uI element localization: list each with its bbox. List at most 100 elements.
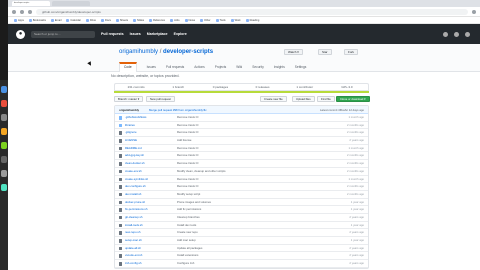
file-name-link[interactable]: zsh-config.sh <box>125 260 141 267</box>
bookmark-item[interactable]: Tools <box>215 18 226 22</box>
commit-message[interactable]: Merge pull request #98 from origamihumbl… <box>149 106 207 114</box>
file-commit-message[interactable]: Modify setup script <box>177 191 287 198</box>
bookmark-item[interactable]: Jobs <box>170 18 180 22</box>
bookmark-item[interactable]: Email <box>50 18 61 22</box>
watch-button[interactable]: Watch ▾ <box>284 49 303 55</box>
repo-owner-link[interactable]: origamihumbly <box>119 49 158 55</box>
star-button[interactable]: Star <box>318 49 332 55</box>
file-commit-message[interactable]: Remove travis CI <box>177 114 287 121</box>
fork-button[interactable]: Fork <box>344 49 358 55</box>
bell-icon[interactable] <box>443 31 448 37</box>
tab-wiki[interactable]: Wiki <box>236 62 242 72</box>
file-commit-message[interactable]: Remove travis CI <box>177 122 287 129</box>
file-name-link[interactable]: docker-prune.sh <box>125 199 145 206</box>
file-name-link[interactable]: dev-configure.sh <box>125 183 146 190</box>
dock-app-icon[interactable] <box>1 156 7 163</box>
file-commit-message[interactable]: Remove travis CI <box>177 152 287 159</box>
dock-app-icon[interactable] <box>1 170 7 177</box>
file-commit-message[interactable]: Install extensions <box>177 252 287 259</box>
file-commit-message[interactable]: Remove travis CI <box>177 183 287 190</box>
tab-actions[interactable]: Actions <box>194 62 204 72</box>
browser-tab[interactable] <box>52 1 90 6</box>
repo-stat[interactable]: 231 commits <box>115 84 157 90</box>
repo-stat[interactable]: 0 packages <box>199 84 241 90</box>
file-name-link[interactable]: LICENSE <box>125 137 137 144</box>
file-commit-message[interactable]: Remove travis CI <box>177 160 287 167</box>
file-name-link[interactable]: clean-docker.sh <box>125 160 145 167</box>
upload-files-button[interactable]: Upload files <box>292 96 315 102</box>
back-icon[interactable] <box>12 9 16 14</box>
tab-projects[interactable]: Projects <box>215 62 227 72</box>
nav-pull-requests[interactable]: Pull requests <box>101 32 124 36</box>
dock-app-icon[interactable] <box>1 128 7 135</box>
url-input[interactable]: github.com/origamihumbly/developer-scrip… <box>36 8 468 15</box>
clone-download-button[interactable]: Clone or download ▾ <box>336 96 370 102</box>
file-name-link[interactable]: dev-install.sh <box>125 191 141 198</box>
bookmark-item[interactable]: Other <box>200 18 211 22</box>
file-name-link[interactable]: .github/workflows <box>125 114 146 121</box>
file-name-link[interactable]: git-cleanup.sh <box>125 214 142 221</box>
bookmark-item[interactable]: Apps <box>14 18 24 22</box>
file-name-link[interactable]: install-tools.sh <box>125 222 143 229</box>
avatar[interactable] <box>465 31 470 37</box>
dock-app-icon[interactable] <box>1 184 7 191</box>
bookmark-item[interactable]: News <box>184 18 195 22</box>
file-commit-message[interactable]: Create new repo <box>177 229 287 236</box>
commit-author[interactable]: origamihumbly <box>119 106 139 114</box>
search-input[interactable]: Search or jump to… <box>31 30 95 38</box>
repo-stat[interactable]: 0 releases <box>242 84 284 90</box>
bookmark-item[interactable]: Sheets <box>115 18 128 22</box>
file-commit-message[interactable]: Remove travis CI <box>177 145 287 152</box>
profile-icon[interactable] <box>472 9 476 14</box>
file-commit-message[interactable]: Configure zsh <box>177 260 287 267</box>
file-commit-message[interactable]: Remove travis CI <box>177 129 287 136</box>
file-commit-message[interactable]: Add fix permissions <box>177 206 287 213</box>
file-commit-message[interactable]: Update all packages <box>177 245 287 252</box>
file-name-link[interactable]: vscode-ext.sh <box>125 252 142 259</box>
dock-app-icon[interactable] <box>1 86 7 93</box>
file-commit-message[interactable]: Modify clean, cleanup and other scripts <box>177 168 287 175</box>
bookmark-item[interactable]: Calendar <box>66 18 81 22</box>
repo-stat[interactable]: 1 branch <box>157 84 199 90</box>
dock-app-icon[interactable] <box>1 114 7 121</box>
new-pull-request-button[interactable]: New pull request <box>146 96 175 102</box>
tab-issues[interactable]: Issues <box>147 62 156 72</box>
file-commit-message[interactable]: Prune images and volumes <box>177 199 287 206</box>
create-file-button[interactable]: Create new file <box>260 96 287 102</box>
find-file-button[interactable]: Find file <box>317 96 335 102</box>
bookmark-item[interactable]: Drive <box>85 18 96 22</box>
forward-icon[interactable] <box>20 9 24 14</box>
tab-pull-requests[interactable]: Pull requests <box>166 62 184 72</box>
file-name-link[interactable]: README.md <box>125 145 142 152</box>
repo-name-link[interactable]: developer-scripts <box>163 49 213 55</box>
tab-insights[interactable]: Insights <box>274 62 285 72</box>
nav-explore[interactable]: Explore <box>174 32 187 36</box>
file-name-link[interactable]: update-all.sh <box>125 245 141 252</box>
nav-issues[interactable]: Issues <box>130 32 141 36</box>
file-commit-message[interactable]: Add mac setup <box>177 237 287 244</box>
file-commit-message[interactable]: Add license <box>177 137 287 144</box>
file-name-link[interactable]: create-env.sh <box>125 168 142 175</box>
file-commit-message[interactable]: Cleanup branches <box>177 214 287 221</box>
nav-marketplace[interactable]: Marketplace <box>147 32 168 36</box>
bookmark-item[interactable]: Docs <box>101 18 111 22</box>
bookmark-item[interactable]: Bookmarks <box>28 18 46 22</box>
plus-icon[interactable] <box>454 31 459 37</box>
bookmark-item[interactable]: Reading <box>245 18 259 22</box>
file-name-link[interactable]: fix-permissions.sh <box>125 206 147 213</box>
tab-settings[interactable]: Settings <box>295 62 307 72</box>
tab-code[interactable]: Code <box>119 62 137 72</box>
bookmark-item[interactable]: Reference <box>149 18 165 22</box>
file-commit-message[interactable]: Remove travis CI <box>177 176 287 183</box>
file-name-link[interactable]: create-symlinks.sh <box>125 176 148 183</box>
bookmark-item[interactable]: Slides <box>133 18 144 22</box>
repo-stat[interactable]: GPL-3.0 <box>326 84 368 90</box>
file-commit-message[interactable]: Install dev tools <box>177 222 287 229</box>
file-name-link[interactable]: setup-mac.sh <box>125 237 142 244</box>
reload-icon[interactable] <box>28 9 32 14</box>
repo-stat[interactable]: 1 contributor <box>284 84 326 90</box>
file-name-link[interactable]: libraries <box>125 122 135 129</box>
browser-tab[interactable]: developer-scripts <box>12 1 50 6</box>
dock-app-icon[interactable] <box>1 100 7 107</box>
file-name-link[interactable]: add-gpg-key.sh <box>125 152 144 159</box>
